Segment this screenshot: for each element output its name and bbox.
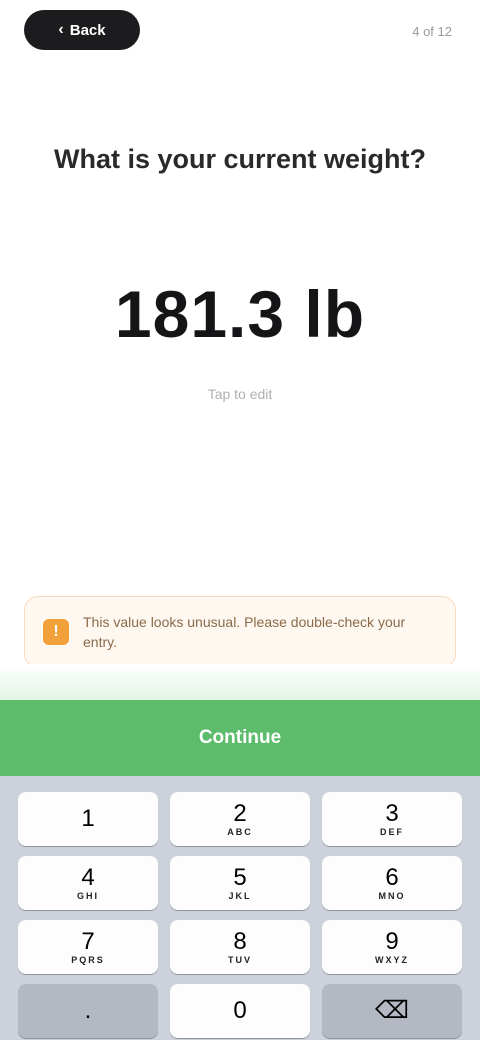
key-4[interactable]: 4 GHI [18, 856, 158, 910]
key-row: 1 2 ABC 3 DEF [18, 792, 462, 846]
key-letters: MNO [378, 891, 406, 901]
key-digit: 4 [81, 864, 95, 891]
key-letters: ABC [227, 827, 253, 837]
chevron-left-icon: ‹ [58, 21, 64, 38]
continue-button[interactable]: Continue [0, 700, 480, 776]
key-decimal[interactable]: . [18, 984, 158, 1038]
key-row: 4 GHI 5 JKL 6 MNO [18, 856, 462, 910]
key-digit: 5 [233, 864, 247, 891]
back-label: Back [69, 21, 106, 39]
back-button[interactable]: ‹ Back [24, 10, 140, 50]
key-letters: WXYZ [375, 955, 409, 965]
key-letters: DEF [380, 827, 404, 837]
top-bar: ‹ Back 4 of 12 [0, 0, 480, 64]
key-digit: 8 [233, 928, 247, 955]
key-digit: 2 [233, 800, 247, 827]
key-7[interactable]: 7 PQRS [18, 920, 158, 974]
key-2[interactable]: 2 ABC [170, 792, 310, 846]
key-delete[interactable]: ⌫ [322, 984, 462, 1038]
key-digit: 6 [385, 864, 399, 891]
key-digit: 7 [81, 928, 95, 955]
button-fade [0, 664, 480, 704]
warning-banner: ! This value looks unusual. Please doubl… [24, 596, 456, 668]
key-letters: PQRS [71, 955, 105, 965]
key-9[interactable]: 9 WXYZ [322, 920, 462, 974]
key-letters: GHI [76, 891, 99, 901]
key-3[interactable]: 3 DEF [322, 792, 462, 846]
key-letters: TUV [228, 955, 252, 965]
weight-hint: Tap to edit [207, 386, 273, 402]
key-digit: 0 [233, 997, 247, 1024]
key-5[interactable]: 5 JKL [170, 856, 310, 910]
question-title: What is your current weight? [53, 144, 427, 174]
key-8[interactable]: 8 TUV [170, 920, 310, 974]
key-6[interactable]: 6 MNO [322, 856, 462, 910]
warning-text: This value looks unusual. Please double-… [83, 614, 406, 650]
key-digit: . [84, 997, 92, 1024]
key-digit: 9 [385, 928, 399, 955]
key-1[interactable]: 1 [18, 792, 158, 846]
warning-icon: ! [43, 619, 69, 645]
key-0[interactable]: 0 [170, 984, 310, 1038]
step-label: 4 of 12 [412, 23, 452, 39]
key-row: . 0 ⌫ [18, 984, 462, 1038]
key-row: 7 PQRS 8 TUV 9 WXYZ [18, 920, 462, 974]
key-digit: 3 [385, 800, 399, 827]
key-digit: 1 [81, 805, 95, 832]
backspace-icon: ⌫ [375, 997, 409, 1024]
step-indicator: 4 of 12 [412, 20, 452, 42]
weight-value[interactable]: 181.3 lb [0, 276, 480, 352]
key-letters: JKL [228, 891, 252, 901]
numeric-keyboard: 1 2 ABC 3 DEF 4 GHI 5 JKL 6 MNO 7 PQRS 8 TUV 9W… [0, 776, 480, 1040]
